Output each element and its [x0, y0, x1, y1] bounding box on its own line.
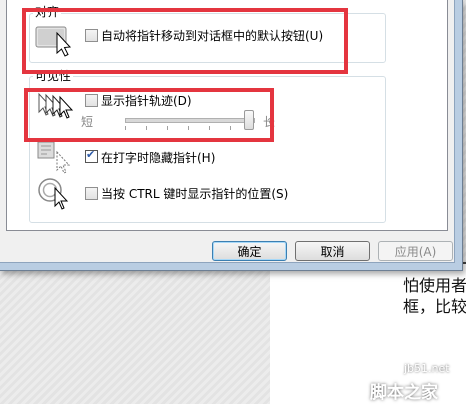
ctrl-locate-checkbox[interactable]	[85, 187, 98, 200]
ctrl-locate-pointer-icon	[38, 178, 69, 210]
article-line-2: 框，比较	[403, 297, 466, 316]
cancel-button[interactable]: 取消	[295, 241, 370, 261]
hide-while-typing-checkbox[interactable]	[85, 148, 98, 163]
hide-while-typing-icon	[37, 141, 71, 174]
ctrl-locate-label[interactable]: 当按 CTRL 键时显示指针的位置(S)	[101, 185, 288, 202]
hide-while-typing-label[interactable]: 在打字时隐藏指针(H)	[101, 149, 215, 166]
watermark-name: 脚本之家	[370, 383, 438, 403]
highlight-box-trails	[24, 88, 274, 142]
watermark-logo-icon	[326, 371, 368, 398]
watermark-url: jb51.net	[404, 362, 450, 375]
ok-button[interactable]: 确定	[212, 241, 287, 261]
apply-button[interactable]: 应用(A)	[378, 241, 453, 261]
highlight-box-snap	[22, 8, 348, 74]
